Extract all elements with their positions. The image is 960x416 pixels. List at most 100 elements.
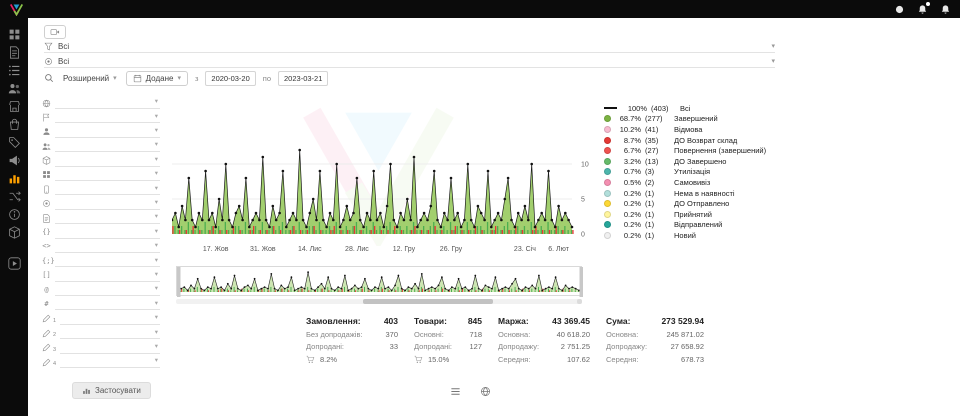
legend-item[interactable]: 0.5%(2)Самовивіз bbox=[604, 177, 766, 188]
svg-text:26. Гру: 26. Гру bbox=[440, 246, 463, 253]
filter-dropdown-10[interactable] bbox=[55, 227, 160, 239]
stats-row-value: 33 bbox=[390, 342, 398, 351]
search-icon[interactable] bbox=[44, 73, 54, 83]
filter-dropdown-5[interactable] bbox=[55, 155, 160, 167]
filter-dropdown-7[interactable] bbox=[55, 183, 160, 195]
custom-field-dropdown-1[interactable] bbox=[60, 313, 160, 325]
custom-field-dropdown-2[interactable] bbox=[60, 327, 160, 339]
legend-count: (1) bbox=[645, 220, 670, 229]
filter-dropdown-15[interactable] bbox=[55, 298, 160, 310]
chevron-down-icon bbox=[155, 272, 160, 279]
status-filter-dropdown[interactable]: Всі bbox=[44, 40, 775, 53]
legend-swatch-icon bbox=[604, 137, 611, 144]
scrollbar-handle[interactable] bbox=[363, 299, 493, 304]
sidebar-item-statistics[interactable] bbox=[8, 172, 21, 185]
sidebar-item-inventory[interactable] bbox=[8, 226, 21, 239]
date-from-prefix: з bbox=[195, 74, 198, 83]
legend-item[interactable]: 0.7%(3)Утилізація bbox=[604, 167, 766, 178]
legend-item[interactable]: 68.7%(277)Завершений bbox=[604, 114, 766, 125]
legend-item[interactable]: 8.7%(35)ДО Возврат склад bbox=[604, 135, 766, 146]
filter-dropdown-8[interactable] bbox=[55, 198, 160, 210]
legend-percent: 0.2% bbox=[615, 220, 641, 229]
legend-label: Нема в наявності bbox=[674, 189, 735, 198]
chevron-down-icon bbox=[155, 214, 160, 221]
chart-legend: 100%(403)Всі68.7%(277)Завершений10.2%(41… bbox=[604, 103, 766, 241]
legend-swatch-icon bbox=[604, 126, 611, 133]
filter-dropdown-11[interactable] bbox=[55, 241, 160, 253]
stats-title: Сума: bbox=[606, 316, 631, 326]
sidebar-item-pricing[interactable] bbox=[8, 136, 21, 149]
sidebar-item-integrations[interactable] bbox=[8, 190, 21, 203]
legend-count: (1) bbox=[645, 199, 670, 208]
sidebar-item-products[interactable] bbox=[8, 118, 21, 131]
custom-field-dropdown-4[interactable] bbox=[60, 356, 160, 368]
stats-row-value: 40 618.20 bbox=[557, 330, 590, 339]
legend-item[interactable]: 3.2%(13)ДО Завершено bbox=[604, 156, 766, 167]
chevron-down-icon bbox=[155, 258, 160, 265]
stats-row-value: 678.73 bbox=[681, 355, 704, 364]
date-field-dropdown[interactable]: Додане bbox=[126, 71, 188, 86]
legend-item[interactable]: 0.2%(1)Нема в наявності bbox=[604, 188, 766, 199]
legend-item[interactable]: 0.2%(1)ДО Отправлено bbox=[604, 198, 766, 209]
advanced-search-dropdown[interactable]: Розширений bbox=[61, 72, 119, 85]
filter-dropdown-6[interactable] bbox=[55, 169, 160, 181]
sidebar-item-info[interactable] bbox=[8, 208, 21, 221]
filter-dropdown-9[interactable] bbox=[55, 212, 160, 224]
filter-dropdown-3[interactable] bbox=[55, 126, 160, 138]
sidebar-item-tutorials[interactable] bbox=[8, 257, 21, 270]
legend-label: ДО Завершено bbox=[674, 157, 726, 166]
legend-item[interactable]: 6.7%(27)Повернення (завершений) bbox=[604, 145, 766, 156]
stats-row: Середня:107.62 bbox=[498, 355, 590, 364]
stats-total-value: 273 529.94 bbox=[661, 316, 704, 326]
filter-row: @ bbox=[42, 284, 160, 296]
cart-icon bbox=[414, 355, 423, 364]
chart-scrollbar[interactable] bbox=[176, 299, 582, 304]
legend-item[interactable]: 0.2%(1)Прийнятий bbox=[604, 209, 766, 220]
apply-button[interactable]: Застосувати bbox=[72, 382, 151, 399]
sidebar-item-store[interactable] bbox=[8, 100, 21, 113]
stats-row-value: 2 751.25 bbox=[561, 342, 590, 351]
list-view-icon[interactable] bbox=[450, 386, 461, 397]
filter-dropdown-13[interactable] bbox=[55, 270, 160, 282]
filter-row: {} bbox=[42, 227, 160, 239]
stats-title: Товари: bbox=[414, 316, 447, 326]
phone-icon bbox=[42, 185, 51, 194]
legend-item[interactable]: 10.2%(41)Відмова bbox=[604, 124, 766, 135]
legend-label: Утилізація bbox=[674, 167, 710, 176]
legend-count: (1) bbox=[645, 189, 670, 198]
legend-count: (13) bbox=[645, 157, 670, 166]
filter-dropdown-1[interactable] bbox=[55, 97, 160, 109]
user-avatar-icon[interactable] bbox=[894, 4, 905, 15]
overview-brush-chart[interactable] bbox=[176, 266, 582, 296]
app-logo-icon[interactable] bbox=[9, 3, 24, 16]
main-chart[interactable]: 051017. Жов31. Жов14. Лис28. Лис12. Гру2… bbox=[172, 98, 604, 258]
legend-item[interactable]: 100%(403)Всі bbox=[604, 103, 766, 114]
date-from-input[interactable]: 2020-03-20 bbox=[205, 71, 255, 86]
chevron-down-icon bbox=[155, 99, 160, 106]
video-help-button[interactable] bbox=[44, 25, 66, 39]
sidebar-item-marketing[interactable] bbox=[8, 154, 21, 167]
notifications-bell-icon[interactable] bbox=[917, 4, 928, 15]
legend-item[interactable]: 0.2%(1)Новий bbox=[604, 230, 766, 241]
source-filter-dropdown[interactable]: Всі bbox=[44, 55, 775, 68]
filter-dropdown-14[interactable] bbox=[55, 284, 160, 296]
svg-text:0: 0 bbox=[581, 232, 585, 239]
filter-dropdown-2[interactable] bbox=[55, 111, 160, 123]
sidebar-item-customers[interactable] bbox=[8, 82, 21, 95]
sidebar-item-orders[interactable] bbox=[8, 46, 21, 59]
legend-item[interactable]: 0.2%(1)Відправлений bbox=[604, 220, 766, 231]
svg-text:14. Лис: 14. Лис bbox=[298, 246, 322, 253]
alerts-bell-icon[interactable] bbox=[940, 4, 951, 15]
custom-field-dropdown-3[interactable] bbox=[60, 342, 160, 354]
legend-swatch-icon bbox=[604, 221, 611, 228]
stats-title-row: Сума: 273 529.94 bbox=[606, 316, 704, 326]
date-to-prefix: по bbox=[263, 74, 271, 83]
sidebar-item-dashboard[interactable] bbox=[8, 28, 21, 41]
globe-icon[interactable] bbox=[480, 386, 491, 397]
sidebar-item-tasks-list[interactable] bbox=[8, 64, 21, 77]
pencil-icon bbox=[42, 343, 51, 352]
filter-dropdown-12[interactable] bbox=[55, 255, 160, 267]
date-to-input[interactable]: 2023-03-21 bbox=[278, 71, 328, 86]
stats-row-label: Середня: bbox=[498, 355, 530, 364]
filter-dropdown-4[interactable] bbox=[55, 140, 160, 152]
